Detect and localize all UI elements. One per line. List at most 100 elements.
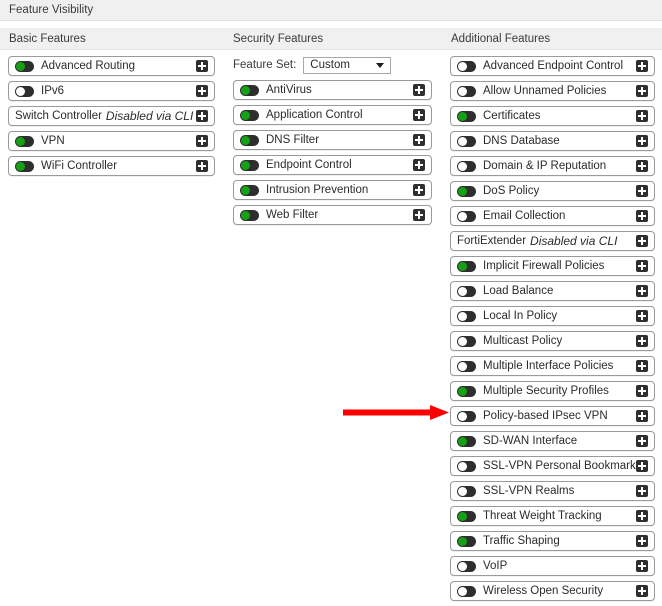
feature-toggle-on[interactable] [457, 536, 476, 547]
feature-row[interactable]: Local In Policy [450, 306, 655, 326]
feature-label: FortiExtender [457, 235, 526, 247]
plus-icon[interactable] [636, 210, 648, 222]
feature-toggle-on[interactable] [240, 160, 259, 171]
plus-icon[interactable] [413, 134, 425, 146]
feature-toggle-off[interactable] [15, 86, 34, 97]
feature-row[interactable]: AntiVirus [233, 80, 432, 100]
feature-row[interactable]: DoS Policy [450, 181, 655, 201]
feature-toggle-on[interactable] [240, 185, 259, 196]
feature-toggle-off[interactable] [457, 286, 476, 297]
feature-toggle-on[interactable] [457, 261, 476, 272]
feature-row[interactable]: Implicit Firewall Policies [450, 256, 655, 276]
feature-row[interactable]: Policy-based IPsec VPN [450, 406, 655, 426]
feature-toggle-on[interactable] [240, 135, 259, 146]
feature-toggle-on[interactable] [457, 111, 476, 122]
feature-toggle-on[interactable] [457, 436, 476, 447]
plus-icon[interactable] [636, 235, 648, 247]
plus-icon[interactable] [636, 310, 648, 322]
plus-icon[interactable] [636, 60, 648, 72]
feature-row[interactable]: DNS Database [450, 131, 655, 151]
plus-icon[interactable] [636, 285, 648, 297]
feature-toggle-off[interactable] [457, 361, 476, 372]
feature-row[interactable]: Endpoint Control [233, 155, 432, 175]
feature-toggle-on[interactable] [240, 110, 259, 121]
feature-row[interactable]: IPv6 [8, 81, 215, 101]
plus-icon[interactable] [413, 84, 425, 96]
feature-toggle-off[interactable] [457, 161, 476, 172]
feature-toggle-off[interactable] [457, 336, 476, 347]
feature-toggle-off[interactable] [457, 61, 476, 72]
feature-row[interactable]: Traffic Shaping [450, 531, 655, 551]
feature-toggle-off[interactable] [457, 86, 476, 97]
feature-row[interactable]: Switch ControllerDisabled via CLI [8, 106, 215, 126]
feature-row[interactable]: DNS Filter [233, 130, 432, 150]
feature-row[interactable]: Application Control [233, 105, 432, 125]
plus-icon[interactable] [413, 109, 425, 121]
feature-toggle-off[interactable] [457, 486, 476, 497]
feature-toggle-off[interactable] [457, 586, 476, 597]
feature-toggle-on[interactable] [457, 386, 476, 397]
feature-row[interactable]: Multiple Security Profiles [450, 381, 655, 401]
plus-icon[interactable] [636, 485, 648, 497]
feature-row[interactable]: FortiExtenderDisabled via CLI [450, 231, 655, 251]
plus-icon[interactable] [636, 435, 648, 447]
feature-row[interactable]: Domain & IP Reputation [450, 156, 655, 176]
plus-icon[interactable] [636, 85, 648, 97]
plus-icon[interactable] [636, 410, 648, 422]
plus-icon[interactable] [196, 60, 208, 72]
plus-icon[interactable] [413, 159, 425, 171]
feature-row[interactable]: SSL-VPN Personal Bookmark [450, 456, 655, 476]
feature-row[interactable]: Email Collection [450, 206, 655, 226]
plus-icon[interactable] [636, 135, 648, 147]
feature-row[interactable]: Certificates [450, 106, 655, 126]
plus-icon[interactable] [636, 560, 648, 572]
feature-row[interactable]: Allow Unnamed Policies [450, 81, 655, 101]
plus-icon[interactable] [636, 535, 648, 547]
feature-row[interactable]: VoIP [450, 556, 655, 576]
feature-toggle-on[interactable] [240, 210, 259, 221]
feature-row[interactable]: Wireless Open Security [450, 581, 655, 601]
plus-icon[interactable] [196, 160, 208, 172]
feature-row[interactable]: Load Balance [450, 281, 655, 301]
plus-icon[interactable] [196, 85, 208, 97]
feature-row[interactable]: SSL-VPN Realms [450, 481, 655, 501]
feature-toggle-off[interactable] [457, 311, 476, 322]
feature-row[interactable]: Advanced Routing [8, 56, 215, 76]
feature-row[interactable]: Advanced Endpoint Control [450, 56, 655, 76]
feature-row[interactable]: SD-WAN Interface [450, 431, 655, 451]
feature-row[interactable]: Intrusion Prevention [233, 180, 432, 200]
plus-icon[interactable] [636, 585, 648, 597]
plus-icon[interactable] [636, 385, 648, 397]
feature-row[interactable]: WiFi Controller [8, 156, 215, 176]
plus-icon[interactable] [413, 209, 425, 221]
feature-toggle-on[interactable] [15, 161, 34, 172]
feature-toggle-on[interactable] [15, 136, 34, 147]
plus-icon[interactable] [196, 110, 208, 122]
feature-toggle-off[interactable] [457, 211, 476, 222]
feature-toggle-on[interactable] [457, 511, 476, 522]
toggle-knob [458, 587, 467, 596]
feature-row[interactable]: VPN [8, 131, 215, 151]
feature-row[interactable]: Multicast Policy [450, 331, 655, 351]
plus-icon[interactable] [636, 510, 648, 522]
feature-row[interactable]: Threat Weight Tracking [450, 506, 655, 526]
feature-row[interactable]: Web Filter [233, 205, 432, 225]
feature-toggle-off[interactable] [457, 136, 476, 147]
plus-icon[interactable] [196, 135, 208, 147]
plus-icon[interactable] [636, 260, 648, 272]
feature-toggle-off[interactable] [457, 411, 476, 422]
plus-icon[interactable] [636, 110, 648, 122]
plus-icon[interactable] [636, 160, 648, 172]
feature-toggle-on[interactable] [240, 85, 259, 96]
plus-icon[interactable] [636, 185, 648, 197]
plus-icon[interactable] [413, 184, 425, 196]
feature-toggle-on[interactable] [457, 186, 476, 197]
plus-icon[interactable] [636, 360, 648, 372]
feature-toggle-off[interactable] [457, 561, 476, 572]
feature-row[interactable]: Multiple Interface Policies [450, 356, 655, 376]
plus-icon[interactable] [636, 335, 648, 347]
plus-icon[interactable] [636, 460, 648, 472]
feature-toggle-off[interactable] [457, 461, 476, 472]
feature-toggle-on[interactable] [15, 61, 34, 72]
feature-set-dropdown[interactable]: Custom [303, 57, 391, 74]
